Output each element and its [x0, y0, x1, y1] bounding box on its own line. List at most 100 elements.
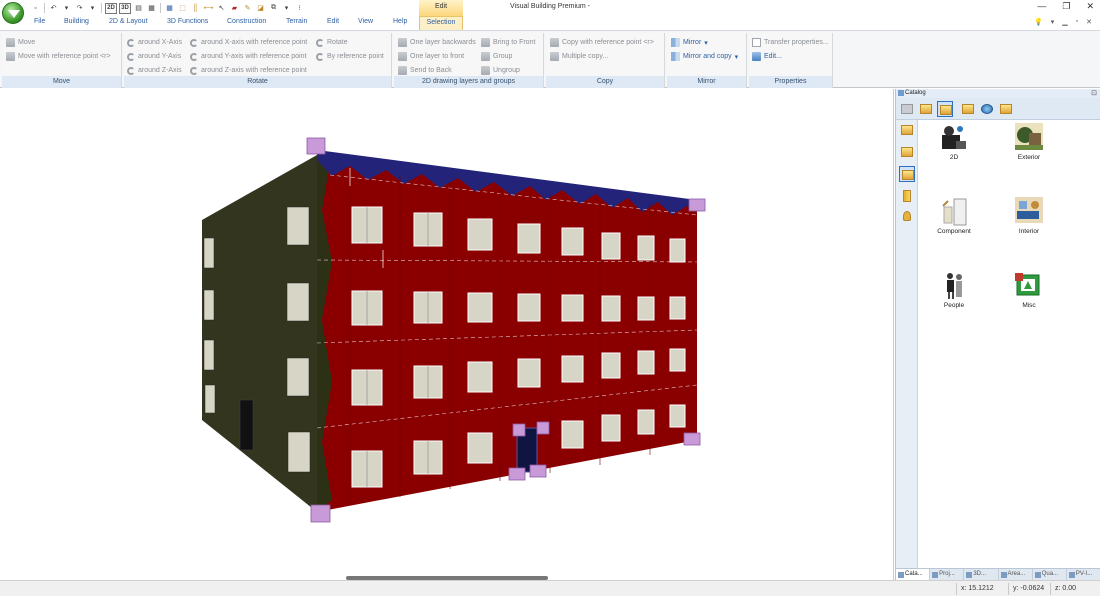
- multiple-copy-label: Multiple copy...: [562, 53, 609, 60]
- tab-area[interactable]: Area...: [999, 569, 1033, 580]
- rotate-x-ref-button[interactable]: around X-axis with reference point: [190, 37, 307, 48]
- door-glyph: [920, 104, 932, 114]
- catalog-icon: [898, 90, 904, 96]
- catalog-item-label: Exterior: [1017, 154, 1041, 161]
- rotate-y-ref-button[interactable]: around Y-axis with reference point: [190, 51, 306, 62]
- tab-view[interactable]: View: [358, 18, 373, 25]
- ribbon-group-label: Copy: [546, 76, 664, 88]
- group-label: Group: [493, 53, 513, 60]
- catalog-item-component[interactable]: Component: [924, 197, 984, 249]
- tab-building[interactable]: Building: [64, 18, 89, 25]
- catalog-folder-icon[interactable]: [937, 101, 953, 117]
- pin-icon[interactable]: ⊡: [1091, 89, 1097, 98]
- copy-with-reference-button[interactable]: Copy with reference point <r>: [550, 37, 654, 48]
- transfer-properties-button[interactable]: Transfer properties...: [752, 37, 829, 48]
- one-layer-backwards-button[interactable]: One layer backwards: [398, 37, 476, 48]
- catalog-globe-icon[interactable]: [979, 101, 995, 117]
- contextual-tab-header: Edit: [419, 0, 463, 16]
- ribbon-group-mirror: Mirror ▾ Mirror and copy ▾ Mirror: [667, 33, 747, 88]
- rotate-y-axis-button[interactable]: around Y-Axis: [127, 51, 181, 62]
- catalog-item-people[interactable]: People: [924, 271, 984, 323]
- bring-to-front-button[interactable]: Bring to Front: [481, 37, 535, 48]
- rotate-y-label: around Y-Axis: [138, 53, 182, 60]
- catalog-side-book-icon[interactable]: [899, 188, 915, 204]
- tab-file[interactable]: File: [34, 18, 45, 25]
- tab-selection[interactable]: Selection: [419, 16, 463, 30]
- catalog-side-selected-icon[interactable]: [899, 166, 915, 182]
- status-z-coordinate: z: 0.00: [1055, 585, 1077, 592]
- maximize-icon[interactable]: ❐: [1062, 1, 1070, 12]
- status-divider: [1008, 583, 1009, 595]
- catalog-side-folder-icon[interactable]: [899, 122, 915, 138]
- tab-edit[interactable]: Edit: [327, 18, 339, 25]
- rotate-x-axis-button[interactable]: around X-Axis: [127, 37, 182, 48]
- tab-construction[interactable]: Construction: [227, 18, 266, 25]
- 3d-viewport[interactable]: [0, 89, 894, 580]
- tab-label: Qua...: [1041, 571, 1059, 577]
- tab-label: Cata...: [905, 571, 923, 577]
- ribbon-group-label: Rotate: [124, 76, 391, 88]
- move-with-reference-button[interactable]: Move with reference point <r>: [6, 51, 111, 62]
- catalog-toolbar: [896, 98, 1100, 120]
- tab-help[interactable]: Help: [393, 18, 407, 25]
- transfer-properties-icon: [752, 38, 761, 47]
- one-layer-front-button[interactable]: One layer to front: [398, 51, 464, 62]
- mirror-label: Mirror: [683, 39, 702, 46]
- tab-2d-layout[interactable]: 2D & Layout: [109, 18, 148, 25]
- catalog-favorites-icon[interactable]: [998, 101, 1014, 117]
- tab-project[interactable]: Proj...: [930, 569, 965, 580]
- edit-properties-button[interactable]: Edit...: [752, 51, 782, 62]
- multiple-copy-icon: [550, 52, 559, 61]
- building-3d-model[interactable]: [0, 89, 893, 576]
- mirror-button[interactable]: Mirror ▾: [671, 37, 708, 48]
- group-button[interactable]: Group: [481, 51, 512, 62]
- catalog-door-icon[interactable]: [918, 101, 934, 117]
- tab-quantity[interactable]: Qua...: [1033, 569, 1067, 580]
- catalog-item-misc[interactable]: Misc: [999, 271, 1059, 323]
- person-glyph: [903, 211, 911, 221]
- rotate-z-ref-button[interactable]: around Z-axis with reference point: [190, 65, 307, 76]
- help-icon[interactable]: 💡: [1034, 18, 1043, 26]
- move-icon: [6, 38, 15, 47]
- catalog-title-bar: Catalog ⊡: [896, 89, 1100, 98]
- misc-thumbnail-icon: [1015, 273, 1040, 296]
- catalog-open-folder-icon[interactable]: [960, 101, 976, 117]
- tab-terrain[interactable]: Terrain: [286, 18, 307, 25]
- status-divider: [956, 583, 957, 595]
- ungroup-button[interactable]: Ungroup: [481, 65, 520, 76]
- catalog-side-open-icon[interactable]: [899, 144, 915, 160]
- status-x-coordinate: x: 15.1212: [961, 585, 994, 592]
- rotate-by-reference-button[interactable]: By reference point: [316, 51, 384, 62]
- tab-3d[interactable]: 3D...: [964, 569, 999, 580]
- ribbon-group-move: Move Move with reference point <r> Move: [2, 33, 122, 88]
- catalog-item-interior[interactable]: Interior: [999, 197, 1059, 249]
- ribbon-restore-icon[interactable]: ▫: [1076, 18, 1078, 26]
- send-to-back-button[interactable]: Send to Back: [398, 65, 452, 76]
- minimize-icon[interactable]: —: [1037, 1, 1046, 12]
- catalog-home-icon[interactable]: [899, 101, 915, 117]
- app-window: ▫ ↶ ▾ ↷ ▾ 2D 3D ▤ ▦ ▦ ⬚ ║ ⟷ ↖ ▰ ✎ ◪ ⧉ ▾ …: [0, 0, 1100, 596]
- tab-pv[interactable]: PV-I...: [1067, 569, 1100, 580]
- rotate-button[interactable]: Rotate: [316, 37, 348, 48]
- layer-forward-icon: [398, 52, 407, 61]
- tab-3d-functions[interactable]: 3D Functions: [167, 18, 208, 25]
- mirror-copy-label: Mirror and copy: [683, 53, 732, 60]
- ribbon-close-icon[interactable]: ✕: [1086, 18, 1092, 26]
- tab-catalog[interactable]: Cata...: [896, 569, 931, 580]
- app-logo-button[interactable]: [2, 2, 24, 24]
- mirror-and-copy-button[interactable]: Mirror and copy ▾: [671, 51, 738, 62]
- book-glyph: [903, 190, 911, 202]
- move-button[interactable]: Move: [6, 37, 35, 48]
- close-icon[interactable]: ✕: [1086, 1, 1094, 12]
- window-title: Visual Building Premium -: [509, 3, 590, 10]
- catalog-item-2d[interactable]: 2D: [924, 123, 984, 175]
- ribbon-right-controls: 💡 ▾ ▁ ▫ ✕: [1034, 18, 1092, 26]
- rotate-z-axis-button[interactable]: around Z-Axis: [127, 65, 182, 76]
- mirror-copy-icon: [671, 52, 680, 61]
- ribbon-minimize-icon[interactable]: ▁: [1062, 18, 1067, 26]
- catalog-side-person-icon[interactable]: [899, 208, 915, 224]
- catalog-item-exterior[interactable]: Exterior: [999, 123, 1059, 175]
- multiple-copy-button[interactable]: Multiple copy...: [550, 51, 608, 62]
- help-dropdown-icon[interactable]: ▾: [1051, 18, 1055, 26]
- copy-reference-icon: [550, 38, 559, 47]
